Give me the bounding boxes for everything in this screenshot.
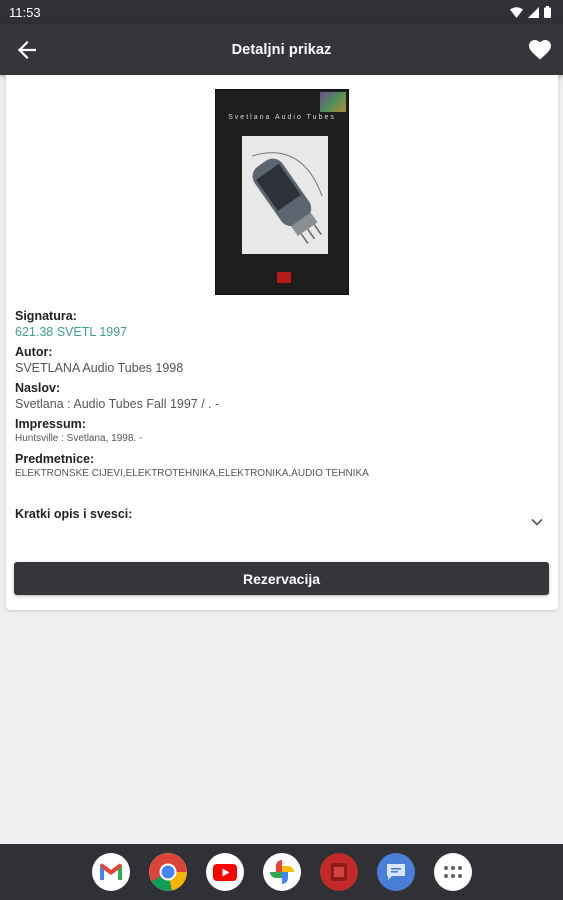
field-label-signatura: Signatura: [15,309,77,323]
favorite-button[interactable] [527,37,553,63]
gmail-icon[interactable] [91,853,130,891]
page-title: Detaljni prikaz [231,41,332,58]
chevron-down-icon [531,518,543,526]
field-value-predmetnice: ELEKTRONSKE CIJEVI,ELEKTROTEHNIKA,ELEKTR… [15,468,369,479]
book-fields: Signatura: 621.38 SVETL 1997 Autor: SVET… [15,309,545,487]
signal-icon [528,6,539,18]
app-drawer-icon[interactable] [433,853,472,891]
chrome-icon[interactable] [148,853,187,891]
description-label: Kratki opis i svesci: [15,507,133,521]
cover-tube-image [242,136,328,254]
field-label-autor: Autor: [15,345,53,359]
battery-icon [544,6,551,18]
status-bar: 11:53 [0,0,563,24]
cover-title: Svetlana Audio Tubes [228,114,336,121]
description-expander[interactable]: Kratki opis i svesci: [15,507,545,527]
app-dock [0,844,563,900]
red-app-icon[interactable] [319,853,358,891]
reserve-button[interactable]: Rezervacija [14,562,549,595]
publisher-logo [277,272,291,283]
detail-card: Svetlana Audio Tubes Signatura: 621.38 S… [6,75,558,610]
status-time: 11:53 [9,4,41,20]
back-button[interactable] [14,37,40,63]
messages-icon[interactable] [376,853,415,891]
field-label-impressum: Impressum: [15,417,86,431]
field-label-naslov: Naslov: [15,381,61,395]
field-value-impressum: Huntsville : Svetlana, 1998. - [15,433,143,444]
app-bar: Detaljni prikaz [0,24,563,75]
cover-decoration [320,92,346,112]
wifi-icon [510,6,523,18]
field-value-naslov: Svetlana : Audio Tubes Fall 1997 / . - [15,397,220,411]
field-value-autor: SVETLANA Audio Tubes 1998 [15,361,184,375]
heart-icon [529,40,551,60]
field-value-signatura: 621.38 SVETL 1997 [15,325,128,339]
field-label-predmetnice: Predmetnice: [15,452,95,466]
book-cover: Svetlana Audio Tubes [215,89,349,295]
photos-icon[interactable] [262,853,301,891]
youtube-icon[interactable] [205,853,244,891]
arrow-back-icon [18,41,36,59]
status-icons [510,6,551,18]
